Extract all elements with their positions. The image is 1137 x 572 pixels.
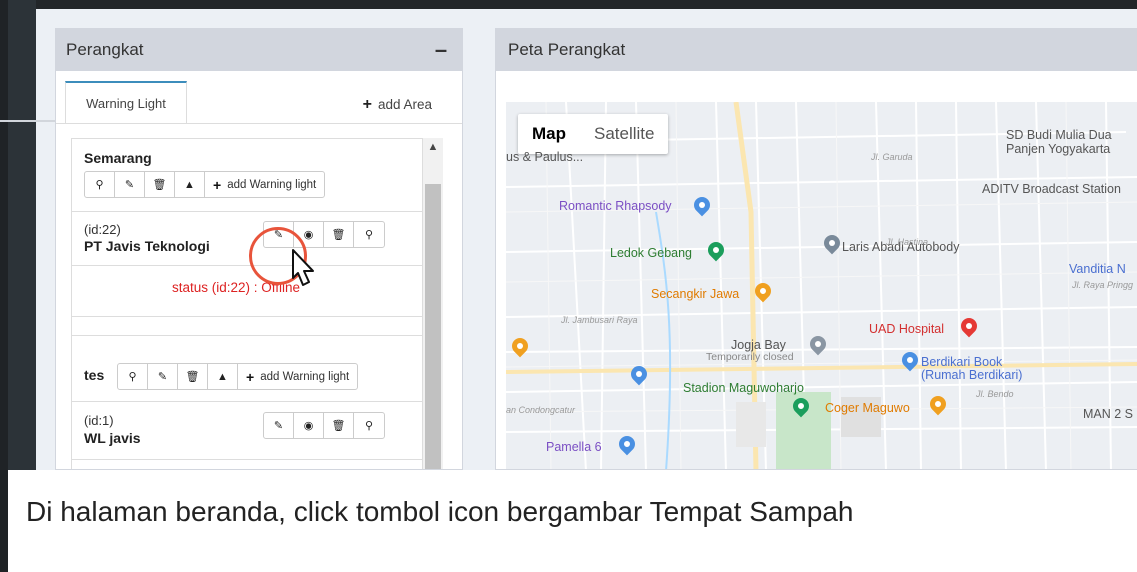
divider xyxy=(72,335,422,336)
panel-title: Peta Perangkat xyxy=(508,40,626,59)
top-bar xyxy=(0,0,1137,9)
divider xyxy=(72,211,422,212)
trash-icon[interactable]: 🗑 xyxy=(178,364,208,389)
map-place-label: Temporarily closed xyxy=(706,351,794,363)
peta-panel-header: Peta Perangkat xyxy=(496,29,1137,71)
map-place-label: Berdikari Book xyxy=(921,355,1003,369)
scroll-up-icon[interactable]: ▲ xyxy=(423,138,443,154)
map-place-label: Panjen Yogyakarta xyxy=(1006,142,1111,156)
device-list[interactable]: Semarang ⚲ ✎ 🗑 ▲ + add Warning light (id:… xyxy=(71,138,423,469)
add-warning-light-label: add Warning light xyxy=(260,370,350,383)
pointer-cursor-icon xyxy=(292,249,314,286)
map-streets xyxy=(506,102,1137,469)
plus-icon: + xyxy=(213,176,222,193)
map-place-label: Vanditia N xyxy=(1069,262,1126,276)
chevron-up-circle-icon[interactable]: ▲ xyxy=(208,364,238,389)
map-place-label: UAD Hospital xyxy=(869,322,945,336)
tab-warning-light[interactable]: Warning Light xyxy=(65,81,187,123)
instruction-caption: Di halaman beranda, click tombol icon be… xyxy=(26,496,854,527)
marker-icon[interactable]: ⚲ xyxy=(354,413,384,438)
divider xyxy=(72,459,422,460)
map-place-label: ADITV Broadcast Station xyxy=(982,182,1121,196)
add-warning-light-button[interactable]: + add Warning light xyxy=(238,364,357,389)
device-actions: ✎ ◉ 🗑 ⚲ xyxy=(263,412,385,439)
map-view[interactable]: Map Satellite us & Paulus... Romantic Rh… xyxy=(506,102,1137,469)
map-place-label: (Rumah Berdikari) xyxy=(921,368,1023,382)
group-name: Semarang xyxy=(84,150,152,166)
road-label: an Condongcatur xyxy=(506,405,576,415)
road-label: Jl. Garuda xyxy=(871,152,913,162)
marker-icon[interactable]: ⚲ xyxy=(118,364,148,389)
pencil-icon[interactable]: ✎ xyxy=(264,413,294,438)
divider xyxy=(0,120,60,122)
marker-icon[interactable]: ⚲ xyxy=(85,172,115,197)
map-place-label: us & Paulus... xyxy=(506,150,584,164)
chevron-up-circle-icon[interactable]: ▲ xyxy=(175,172,205,197)
scroll-thumb[interactable] xyxy=(425,184,441,469)
trash-icon[interactable]: 🗑 xyxy=(324,413,354,438)
device-name: PT Javis Teknologi xyxy=(84,238,210,254)
map-place-label: Romantic Rhapsody xyxy=(559,199,672,213)
device-id: (id:1) xyxy=(84,413,114,428)
sidebar-edge xyxy=(0,0,8,572)
minus-icon[interactable]: – xyxy=(430,37,452,63)
map-place-label: Coger Maguwo xyxy=(825,401,910,415)
map-type-map-button[interactable]: Map xyxy=(518,114,580,154)
map-place-label: Secangkir Jawa xyxy=(651,287,740,301)
pencil-icon[interactable]: ✎ xyxy=(115,172,145,197)
divider xyxy=(72,316,422,317)
marker-icon[interactable]: ⚲ xyxy=(354,222,384,247)
trash-icon[interactable]: 🗑 xyxy=(145,172,175,197)
map-place-label: Pamella 6 xyxy=(546,440,602,454)
device-name: WL javis xyxy=(84,430,141,446)
group-name: tes xyxy=(84,367,105,383)
map-place-label: Stadion Maguwoharjo xyxy=(683,381,804,395)
group-toolbar: ⚲ ✎ 🗑 ▲ + add Warning light xyxy=(84,171,326,198)
map-place-label: Jogja Bay xyxy=(731,338,786,352)
road-label: Jl. Jambusari Raya xyxy=(561,315,638,325)
pencil-icon[interactable]: ✎ xyxy=(148,364,178,389)
trash-icon[interactable]: 🗑 xyxy=(324,222,354,247)
sidebar-collapsed xyxy=(8,0,36,470)
add-area-label: add Area xyxy=(377,97,432,112)
map-type-satellite-button[interactable]: Satellite xyxy=(580,114,668,154)
peta-panel: Peta Perangkat Map Satellite us & Paulus… xyxy=(495,28,1137,470)
add-warning-light-label: add Warning light xyxy=(227,178,317,191)
perangkat-panel-header: Perangkat – xyxy=(56,29,462,71)
divider xyxy=(72,265,422,266)
plus-icon: + xyxy=(362,96,372,113)
tabs: Warning Light + add Area xyxy=(56,71,462,124)
map-place-label: MAN 2 S xyxy=(1083,407,1134,421)
eye-icon[interactable]: ◉ xyxy=(294,413,324,438)
add-warning-light-button[interactable]: + add Warning light xyxy=(205,172,324,197)
map-place-label: SD Budi Mulia Dua xyxy=(1006,128,1112,142)
road-label: Jl. Hastina xyxy=(886,237,929,247)
map-type-control: Map Satellite xyxy=(518,114,669,154)
device-id: (id:22) xyxy=(84,222,121,237)
add-area-button[interactable]: + add Area xyxy=(363,96,432,114)
road-label: Jl. Bendo xyxy=(976,389,1014,399)
panel-title: Perangkat xyxy=(66,40,144,59)
divider xyxy=(72,401,422,402)
group-toolbar: ⚲ ✎ 🗑 ▲ + add Warning light xyxy=(117,363,359,390)
map-place-label: Ledok Gebang xyxy=(610,246,693,260)
road-label: Jl. Raya Pringg xyxy=(1072,280,1134,290)
plus-icon: + xyxy=(246,368,255,385)
scrollbar[interactable]: ▲ xyxy=(423,138,443,469)
